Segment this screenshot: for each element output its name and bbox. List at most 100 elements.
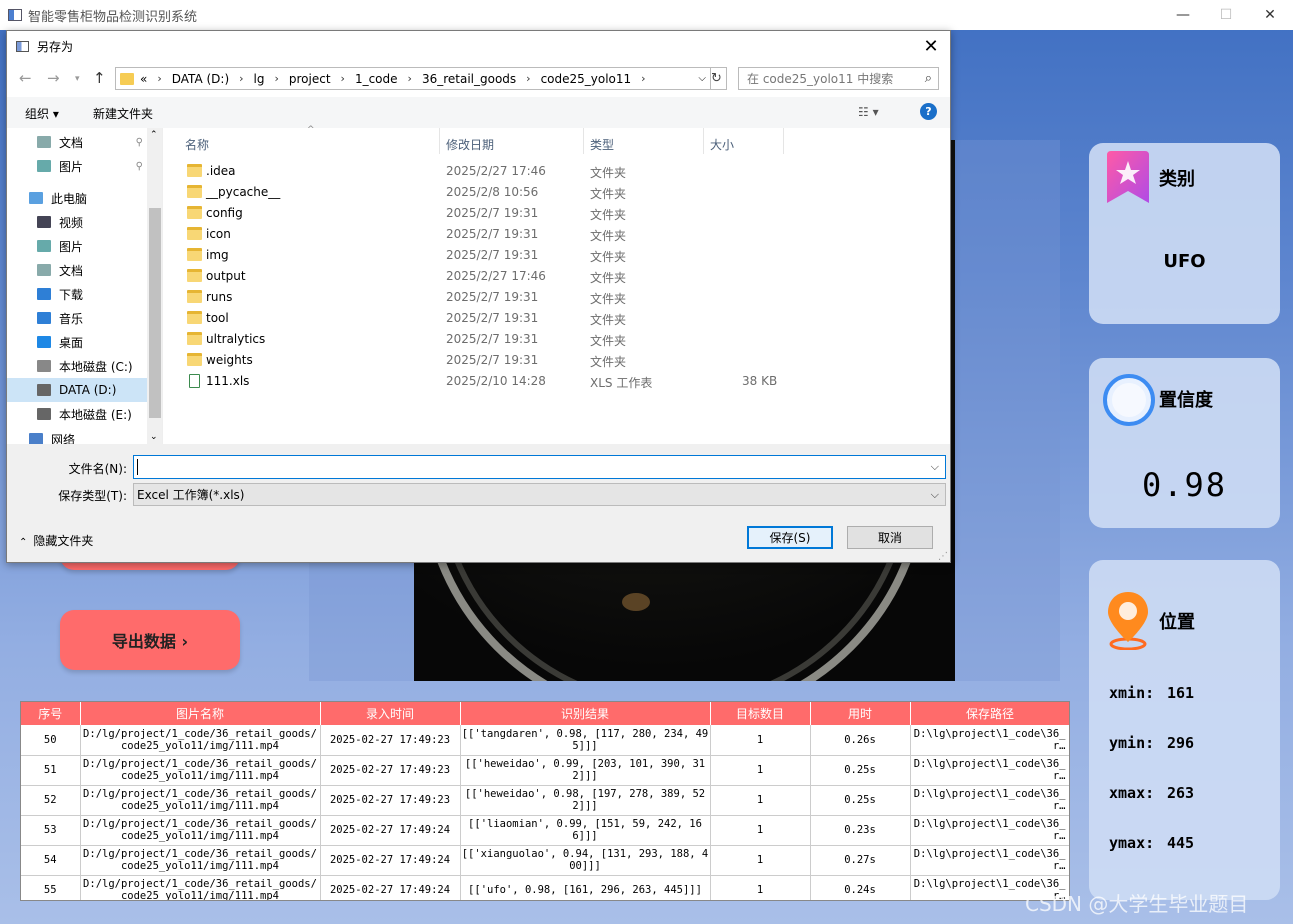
nav-item[interactable]: 本地磁盘 (E:) <box>7 402 147 426</box>
nav-item[interactable]: 本地磁盘 (C:) <box>7 354 147 378</box>
file-row[interactable]: tool 2025/2/7 19:31 文件夹 <box>183 308 943 329</box>
file-row[interactable]: weights 2025/2/7 19:31 文件夹 <box>183 350 943 371</box>
breadcrumb-item[interactable]: « <box>140 72 147 86</box>
file-name: icon <box>206 227 231 241</box>
nav-item[interactable]: 音乐 <box>7 306 147 330</box>
nav-item[interactable]: 视频 <box>7 210 147 234</box>
scroll-down-icon[interactable]: ⌄ <box>150 432 158 442</box>
nav-scrollbar[interactable]: ⌃ ⌄ <box>147 128 162 444</box>
cell-name: D:/lg/project/1_code/36_retail_goods/cod… <box>80 725 321 756</box>
nav-item[interactable]: 文档 ⚲ <box>7 130 147 154</box>
breadcrumb-item[interactable]: 36_retail_goods <box>422 72 516 86</box>
filename-dropdown-icon[interactable]: ⌵ <box>931 460 939 474</box>
breadcrumb-item[interactable]: 1_code <box>355 72 398 86</box>
breadcrumb-item[interactable]: project <box>289 72 331 86</box>
nav-item[interactable]: 图片 ⚲ <box>7 154 147 178</box>
maximize-button[interactable]: ☐ <box>1203 0 1249 30</box>
nav-item[interactable]: DATA (D:) <box>7 378 147 402</box>
folder-icon <box>187 269 202 282</box>
folder-icon <box>187 227 202 240</box>
cell-time: 2025-02-27 17:49:23 <box>320 785 461 816</box>
filetype-dropdown-icon[interactable]: ⌵ <box>931 488 939 502</box>
table-row[interactable]: 50 D:/lg/project/1_code/36_retail_goods/c… <box>21 725 1069 756</box>
column-header: 目标数目 <box>710 702 811 725</box>
minimize-button[interactable]: — <box>1160 0 1206 30</box>
pin-icon: ⚲ <box>135 136 143 148</box>
navigation-pane: 文档 ⚲ 图片 ⚲ 此电脑视频图片文档 下载音乐桌面本地磁盘 (C:) DATA (D:) 本… <box>7 128 163 444</box>
address-dropdown-icon[interactable]: ⌵ <box>698 73 706 84</box>
file-row[interactable]: config 2025/2/7 19:31 文件夹 <box>183 203 943 224</box>
file-row[interactable]: icon 2025/2/7 19:31 文件夹 <box>183 224 943 245</box>
filename-input[interactable]: ⌵ <box>133 455 946 479</box>
file-row[interactable]: 111.xls 2025/2/10 14:28 XLS 工作表 38 KB <box>183 371 943 392</box>
cell-count: 1 <box>710 875 811 900</box>
nav-item[interactable]: 图片 <box>7 234 147 258</box>
scroll-up-icon[interactable]: ⌃ <box>150 130 158 140</box>
address-bar[interactable]: « › DATA (D:) › lg › project › 1_code › 36_retail_… <box>115 67 711 90</box>
cell-count: 1 <box>710 785 811 816</box>
app-close-button[interactable]: ✕ <box>1247 0 1293 30</box>
up-arrow-icon[interactable]: ↑ <box>93 69 106 87</box>
save-button[interactable]: 保存(S) <box>747 526 833 549</box>
filetype-select[interactable]: Excel 工作簿(*.xls) ⌵ <box>133 483 946 506</box>
table-row[interactable]: 52 D:/lg/project/1_code/36_retail_goods/c… <box>21 785 1069 816</box>
breadcrumb-item[interactable]: code25_yolo11 <box>541 72 632 86</box>
category-value: UFO <box>1163 251 1206 272</box>
back-arrow-icon[interactable]: ← <box>19 69 32 87</box>
file-row[interactable]: img 2025/2/7 19:31 文件夹 <box>183 245 943 266</box>
search-input[interactable]: 在 code25_yolo11 中搜索 ⌕ <box>738 67 939 90</box>
nav-item[interactable]: 桌面 <box>7 330 147 354</box>
table-row[interactable]: 53 D:/lg/project/1_code/36_retail_goods/c… <box>21 815 1069 846</box>
file-name: output <box>206 269 246 283</box>
export-data-button[interactable]: 导出数据 › <box>60 610 240 670</box>
nav-item[interactable]: 下载 <box>7 282 147 306</box>
resize-grip-icon[interactable]: ⋰ <box>938 551 948 562</box>
dialog-close-button[interactable]: ✕ <box>914 31 948 61</box>
file-name: .idea <box>206 164 236 178</box>
cell-elapsed: 0.24s <box>810 875 911 900</box>
column-name[interactable]: 名称 <box>185 136 209 153</box>
file-row[interactable]: runs 2025/2/7 19:31 文件夹 <box>183 287 943 308</box>
file-row[interactable]: __pycache__ 2025/2/8 10:56 文件夹 <box>183 182 943 203</box>
file-name: __pycache__ <box>206 185 281 199</box>
nav-item-label: 图片 <box>59 239 84 254</box>
view-options-icon[interactable]: ☷ ▾ <box>858 105 879 119</box>
dialog-toolbar: 组织 ▾ 新建文件夹 ☷ ▾ ? <box>7 97 950 128</box>
cell-count: 1 <box>710 725 811 756</box>
nav-item-icon <box>37 360 51 372</box>
folder-icon <box>187 206 202 219</box>
nav-item[interactable]: 网络 <box>7 427 147 444</box>
file-row[interactable]: ultralytics 2025/2/7 19:31 文件夹 <box>183 329 943 350</box>
column-header: 用时 <box>810 702 911 725</box>
column-size[interactable]: 大小 <box>710 136 734 153</box>
cell-count: 1 <box>710 845 811 876</box>
help-icon[interactable]: ? <box>920 103 937 120</box>
cell-count: 1 <box>710 815 811 846</box>
nav-item-label: 桌面 <box>59 335 84 350</box>
breadcrumb-item[interactable]: DATA (D:) <box>172 72 229 86</box>
breadcrumb-item[interactable]: lg <box>254 72 265 86</box>
recent-dropdown-icon[interactable]: ▾ <box>75 74 80 84</box>
nav-item[interactable]: 此电脑 <box>7 186 147 210</box>
nav-item-label: 音乐 <box>59 311 84 326</box>
refresh-icon[interactable]: ↻ <box>707 67 727 90</box>
forward-arrow-icon[interactable]: → <box>47 69 60 87</box>
cell-id: 52 <box>21 785 81 816</box>
table-row[interactable]: 51 D:/lg/project/1_code/36_retail_goods/c… <box>21 755 1069 786</box>
hide-folders-toggle[interactable]: ⌃ 隐藏文件夹 <box>19 532 93 549</box>
cell-count: 1 <box>710 755 811 786</box>
new-folder-button[interactable]: 新建文件夹 <box>93 105 153 122</box>
column-date[interactable]: 修改日期 <box>446 136 494 153</box>
nav-item[interactable]: 文档 <box>7 258 147 282</box>
xmax-label: xmax: <box>1109 784 1155 802</box>
file-row[interactable]: output 2025/2/27 17:46 文件夹 <box>183 266 943 287</box>
organize-button[interactable]: 组织 ▾ <box>25 105 59 122</box>
nav-item-label: 视频 <box>59 215 84 230</box>
column-type[interactable]: 类型 <box>590 136 614 153</box>
folder-icon <box>187 248 202 261</box>
file-row[interactable]: .idea 2025/2/27 17:46 文件夹 <box>183 161 943 182</box>
cancel-button[interactable]: 取消 <box>847 526 933 549</box>
hide-folders-label: 隐藏文件夹 <box>33 534 94 548</box>
table-row[interactable]: 55 D:/lg/project/1_code/36_retail_goods/c… <box>21 875 1069 900</box>
table-row[interactable]: 54 D:/lg/project/1_code/36_retail_goods/c… <box>21 845 1069 876</box>
